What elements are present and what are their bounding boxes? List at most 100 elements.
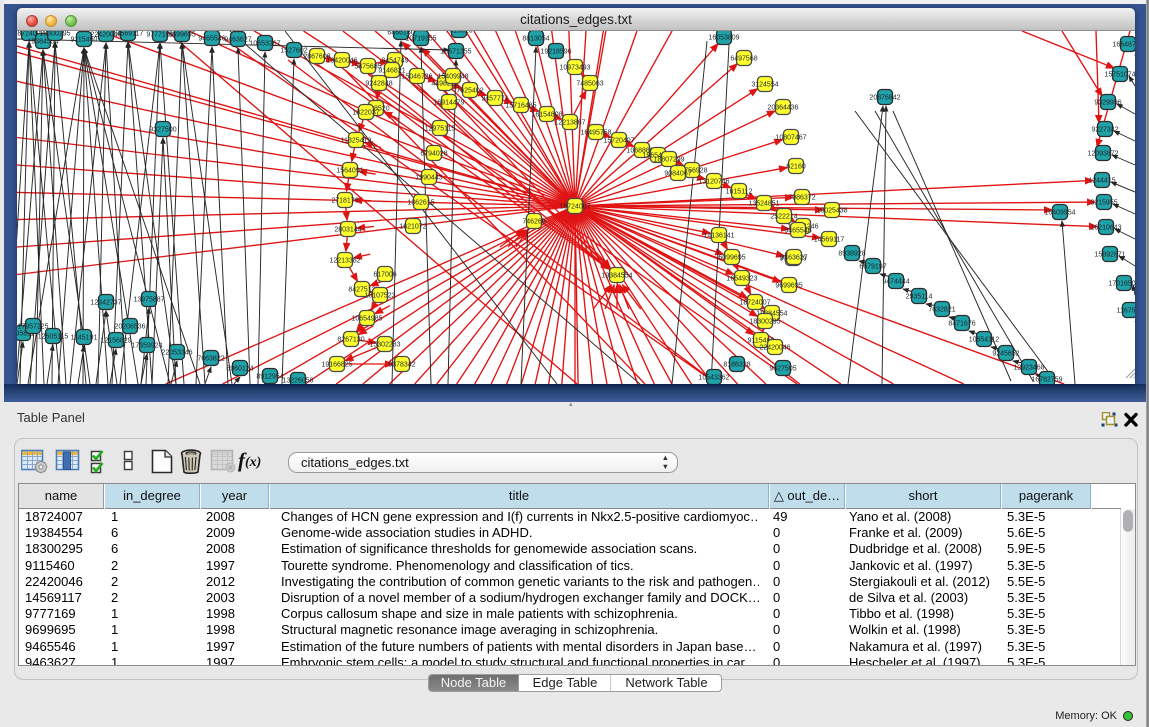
svg-text:15302283: 15302283 [369, 342, 400, 349]
svg-text:15751074: 15751074 [1104, 72, 1135, 79]
svg-text:8186328: 8186328 [723, 362, 750, 369]
svg-text:9465546: 9465546 [784, 228, 811, 235]
svg-text:10654112: 10654112 [969, 337, 1000, 344]
svg-text:18300295: 18300295 [749, 319, 780, 326]
svg-text:18724007: 18724007 [559, 204, 590, 211]
svg-text:15046726: 15046726 [401, 74, 432, 81]
svg-text:9329996: 9329996 [1094, 100, 1121, 107]
svg-text:16409954: 16409954 [1044, 210, 1075, 217]
svg-text:9465546: 9465546 [198, 36, 225, 43]
svg-text:18724007: 18724007 [739, 300, 770, 307]
svg-text:10807467: 10807467 [775, 135, 806, 142]
svg-text:12942737: 12942737 [90, 300, 121, 307]
svg-text:617006: 617006 [373, 272, 396, 279]
svg-text:9245652: 9245652 [992, 351, 1019, 358]
svg-text:746266: 746266 [522, 219, 545, 226]
svg-text:9527505: 9527505 [769, 366, 796, 373]
svg-text:12093872: 12093872 [1087, 151, 1118, 158]
svg-text:1990443: 1990443 [415, 175, 442, 182]
svg-text:15409948: 15409948 [437, 74, 468, 81]
svg-text:7663822: 7663822 [197, 356, 224, 363]
svg-text:20206536: 20206536 [114, 324, 145, 331]
svg-text:19218596: 19218596 [540, 49, 571, 56]
svg-text:8267130: 8267130 [337, 337, 364, 344]
svg-text:12213382: 12213382 [329, 258, 360, 265]
svg-text:7632821: 7632821 [928, 307, 955, 314]
svg-text:16495758: 16495758 [580, 130, 611, 137]
svg-text:8471676: 8471676 [948, 321, 975, 328]
svg-text:12505115: 12505115 [38, 334, 69, 341]
svg-text:8378342: 8378342 [388, 362, 415, 369]
svg-text:15716485: 15716485 [505, 103, 536, 110]
svg-text:12975115: 12975115 [425, 126, 456, 133]
svg-text:8813054: 8813054 [522, 36, 549, 43]
svg-text:8938928: 8938928 [838, 251, 865, 258]
svg-text:10653267: 10653267 [249, 41, 280, 48]
svg-text:2935114: 2935114 [906, 294, 933, 301]
svg-text:10654985: 10654985 [351, 316, 382, 323]
svg-text:16549323: 16549323 [726, 276, 757, 283]
svg-text:16914479: 16914479 [433, 100, 464, 107]
svg-text:14136141: 14136141 [703, 233, 734, 240]
svg-text:2718176: 2718176 [331, 198, 358, 205]
svg-text:1145191: 1145191 [71, 335, 98, 342]
svg-text:10025438: 10025438 [816, 208, 847, 215]
svg-text:12156829: 12156829 [100, 338, 131, 345]
svg-text:2522214: 2522214 [770, 214, 797, 221]
svg-text:3124554: 3124554 [751, 82, 778, 89]
svg-text:9084067: 9084067 [664, 171, 691, 178]
svg-text:6497568: 6497568 [730, 56, 757, 63]
svg-text:14569117: 14569117 [113, 31, 144, 38]
svg-text:9227342: 9227342 [1091, 127, 1118, 134]
svg-text:16154808: 16154808 [531, 112, 562, 119]
svg-text:9699695: 9699695 [168, 32, 195, 39]
svg-text:13226058: 13226058 [282, 378, 313, 385]
svg-text:7485063: 7485063 [576, 81, 603, 88]
svg-text:13120746: 13120746 [698, 179, 729, 186]
svg-text:22420046: 22420046 [759, 345, 790, 352]
svg-text:10671355: 10671355 [440, 49, 471, 56]
svg-text:16648784: 16648784 [1112, 42, 1135, 49]
svg-text:16782759: 16782759 [1031, 377, 1062, 384]
svg-text:9699695: 9699695 [775, 283, 802, 290]
svg-text:17957225: 17957225 [17, 324, 48, 331]
svg-text:10719155: 10719155 [405, 36, 436, 43]
svg-text:19166825: 19166825 [321, 362, 352, 369]
svg-text:15692871: 15692871 [1094, 252, 1125, 259]
svg-text:16210643: 16210643 [1090, 225, 1121, 232]
svg-text:6679197: 6679197 [859, 264, 886, 271]
svg-text:15720407: 15720407 [603, 138, 634, 145]
svg-text:1615112: 1615112 [726, 189, 753, 196]
svg-text:9474444: 9474444 [882, 279, 909, 286]
svg-text:8960124: 8960124 [226, 366, 253, 373]
svg-text:18300295: 18300295 [39, 31, 70, 38]
svg-text:1167533: 1167533 [1117, 308, 1135, 315]
svg-text:17016504: 17016504 [1108, 281, 1135, 288]
svg-text:13420046: 13420046 [326, 58, 357, 65]
svg-text:1244415: 1244415 [1088, 178, 1115, 185]
svg-text:62160: 62160 [786, 164, 806, 171]
svg-text:9463627: 9463627 [780, 255, 807, 262]
svg-text:3215955: 3215955 [1090, 200, 1117, 207]
svg-text:20364436: 20364436 [767, 105, 798, 112]
svg-text:1564091: 1564091 [336, 168, 363, 175]
svg-text:14569117: 14569117 [814, 237, 845, 244]
svg-text:1621072: 1621072 [399, 224, 426, 231]
svg-text:2803144: 2803144 [334, 227, 361, 234]
svg-text:13975887: 13975887 [133, 297, 164, 304]
svg-text:7625402: 7625402 [456, 88, 483, 95]
svg-text:9457771: 9457771 [481, 96, 508, 103]
svg-text:20876842: 20876842 [869, 95, 900, 102]
svg-text:9242848: 9242848 [365, 81, 392, 88]
svg-text:(x): (x) [245, 455, 261, 470]
svg-text:7515526: 7515526 [445, 31, 472, 35]
svg-text:16053809: 16053809 [708, 35, 739, 42]
svg-text:6099695: 6099695 [718, 255, 745, 262]
svg-text:22053346: 22053346 [161, 350, 192, 357]
svg-text:10107523: 10107523 [364, 293, 395, 300]
svg-text:1822037: 1822037 [352, 110, 379, 117]
svg-text:11325419: 11325419 [341, 138, 372, 145]
svg-text:13524851: 13524851 [748, 201, 779, 208]
svg-text:7986372: 7986372 [788, 195, 815, 202]
svg-text:19384554: 19384554 [601, 273, 632, 280]
